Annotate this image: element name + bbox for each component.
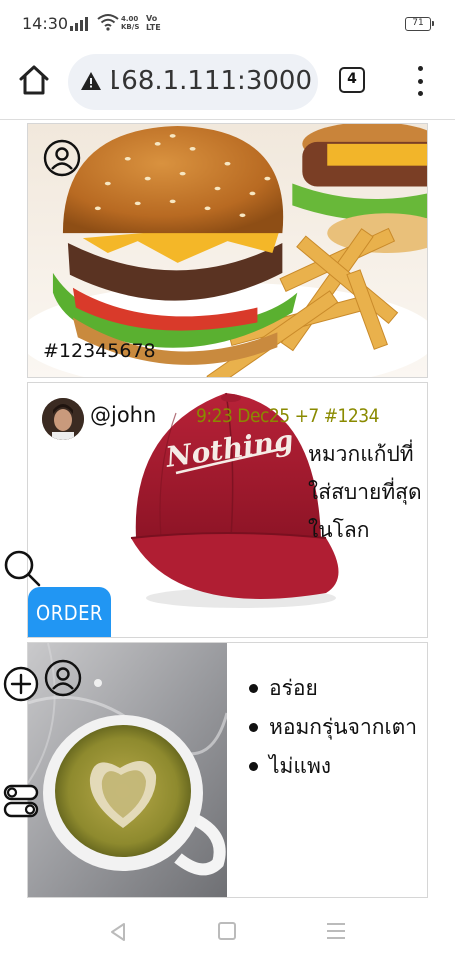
- list-item: ไม่แพง: [243, 747, 423, 786]
- order-button[interactable]: ORDER: [28, 587, 111, 637]
- volte-line1: Vo: [146, 14, 158, 23]
- speed-unit: KB/S: [121, 23, 140, 31]
- battery-icon: 71: [405, 17, 434, 31]
- home-icon[interactable]: [16, 62, 52, 98]
- post-card-cap: @john Nothing 9:23 Dec25 +7 #1234 หมวกแก…: [27, 382, 428, 638]
- list-item: หอมกรุ่นจากเตา: [243, 708, 423, 747]
- post-meta: 9:23 Dec25 +7 #1234: [196, 405, 380, 427]
- url-text[interactable]: 192.168.1.111:3000: [112, 66, 312, 96]
- volte-line2: LTE: [146, 23, 161, 32]
- tab-switcher-button[interactable]: 4: [339, 67, 365, 93]
- more-vert-icon[interactable]: [412, 66, 428, 96]
- wifi-icon: [97, 14, 119, 31]
- signal-icon: [70, 17, 88, 31]
- toggle-icon[interactable]: [3, 784, 39, 818]
- url-bar[interactable]: 192.168.1.111:3000: [68, 54, 318, 110]
- user-circle-icon[interactable]: [44, 659, 82, 697]
- recent-apps-icon[interactable]: [327, 923, 345, 939]
- status-bar: 14:30 4.00 KB/S Vo LTE 71: [0, 0, 455, 44]
- avatar[interactable]: [42, 398, 84, 440]
- list-item: อร่อย: [243, 669, 423, 708]
- browser-toolbar: 192.168.1.111:3000 4: [0, 44, 455, 120]
- speed-value: 4.00: [121, 15, 139, 23]
- system-nav-bar: [0, 905, 455, 961]
- nav-home-icon[interactable]: [218, 922, 236, 940]
- post-description: หมวกแก้ปที่ใส่สบายที่สุดในโลก: [308, 442, 422, 542]
- feature-list: อร่อย หอมกรุ่นจากเตา ไม่แพง: [243, 669, 423, 786]
- post-card-coffee: อร่อย หอมกรุ่นจากเตา ไม่แพง: [27, 642, 428, 898]
- back-icon[interactable]: [108, 921, 128, 943]
- user-circle-icon[interactable]: [43, 139, 81, 177]
- add-circle-icon[interactable]: [3, 666, 39, 702]
- post-card-burger: #12345678: [27, 123, 428, 378]
- post-caption: #12345678: [43, 340, 156, 362]
- search-icon[interactable]: [2, 548, 42, 588]
- volte-indicator: Vo LTE: [146, 14, 161, 32]
- not-secure-icon[interactable]: [80, 71, 102, 91]
- network-speed: 4.00 KB/S: [121, 15, 139, 31]
- status-time: 14:30: [22, 14, 69, 33]
